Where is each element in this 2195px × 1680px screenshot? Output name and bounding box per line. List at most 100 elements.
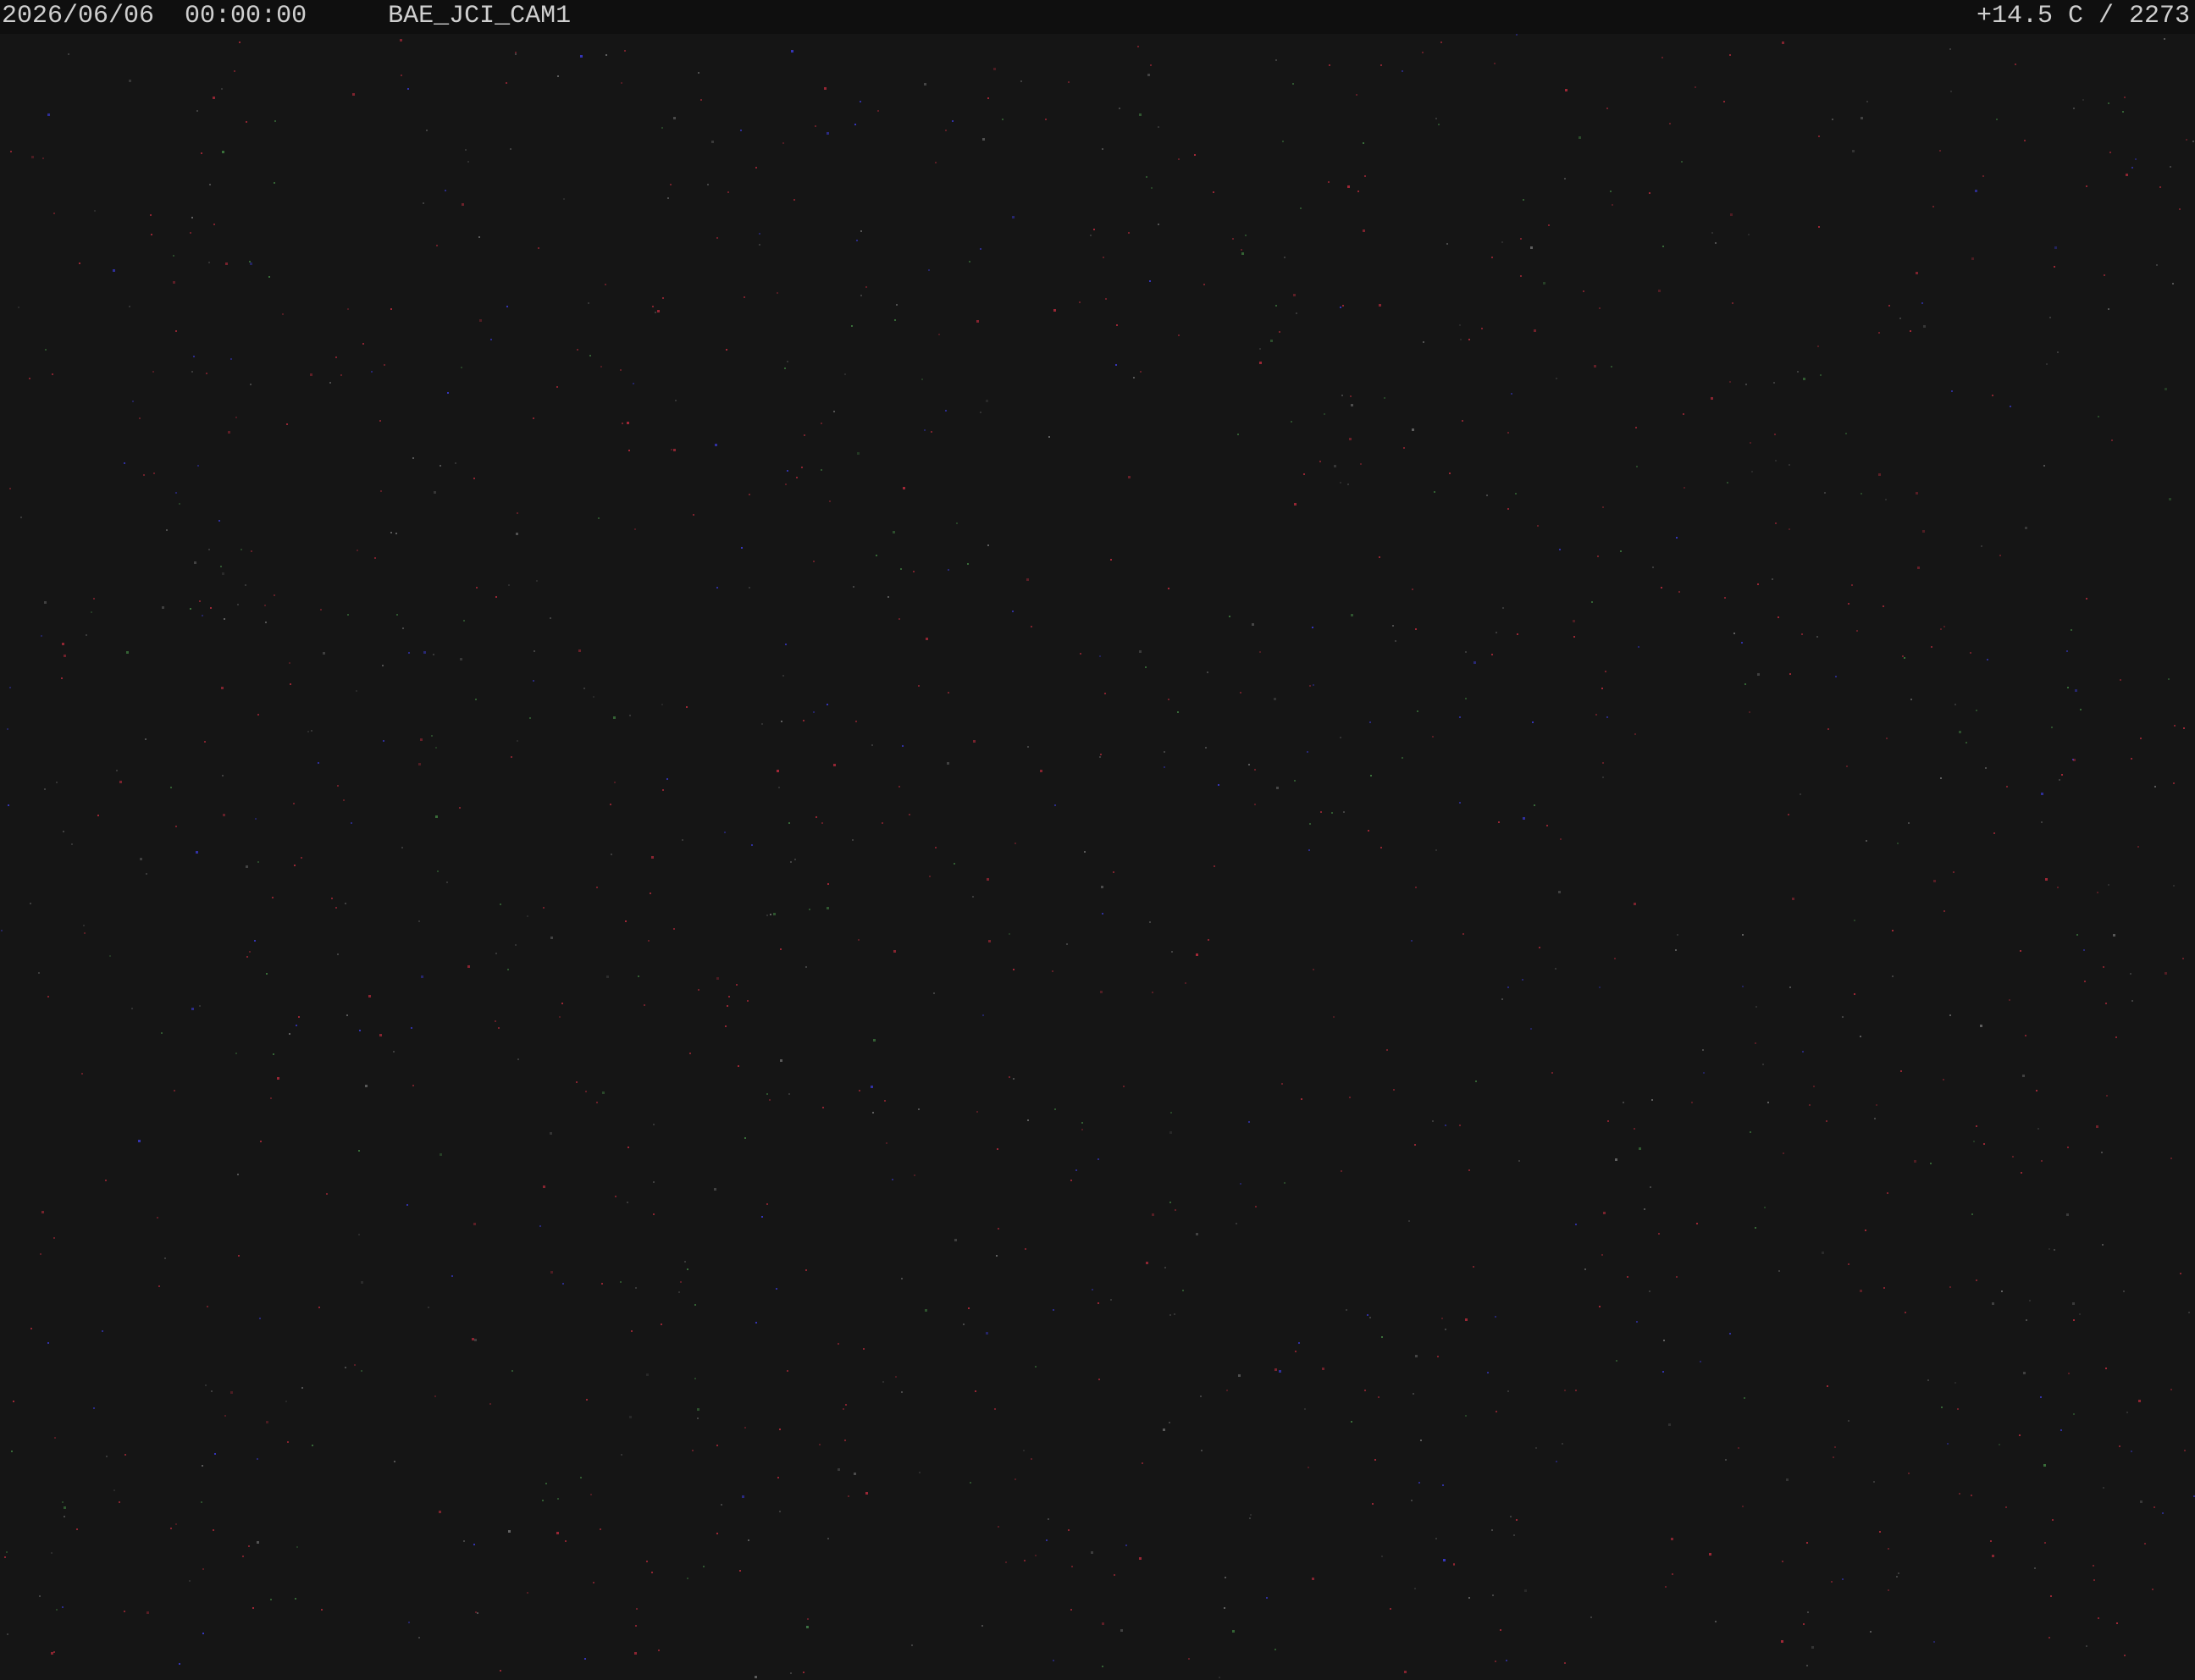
sensor-noise-pixel [1053,1660,1054,1661]
sensor-noise-pixel [312,1445,313,1446]
sensor-noise-pixel [93,598,95,600]
sensor-noise-pixel [1045,119,1047,120]
sensor-noise-pixel [635,1287,637,1289]
sensor-noise-pixel [357,550,358,551]
sensor-noise-pixel [1949,1286,1951,1288]
sensor-noise-pixel [2048,1248,2050,1250]
sensor-noise-pixel [1320,811,1322,813]
sensor-noise-pixel [1501,241,1503,243]
sensor-noise-pixel [173,255,174,257]
sensor-noise-pixel [68,53,69,55]
sensor-noise-pixel [63,831,64,832]
sensor-noise-pixel [896,304,898,306]
sensor-noise-pixel [1559,549,1561,550]
sensor-noise-pixel [208,262,210,263]
sensor-noise-pixel [129,306,130,307]
sensor-noise-pixel [1275,59,1277,61]
sensor-noise-pixel [380,490,382,492]
sensor-noise-pixel [1432,736,1434,738]
sensor-noise-pixel [744,1427,746,1429]
sensor-noise-pixel [726,349,727,351]
sensor-noise-pixel [1369,721,1371,723]
sensor-noise-pixel [250,262,252,265]
time-text: 00:00:00 [185,2,307,30]
sensor-noise-pixel [222,151,224,153]
sensor-noise-pixel [298,1016,300,1018]
sensor-noise-pixel [390,308,392,310]
sensor-noise-pixel [562,1283,564,1285]
sensor-noise-pixel [495,953,497,954]
sensor-noise-pixel [393,1051,395,1053]
sensor-noise-pixel [8,804,9,806]
sensor-noise-pixel [1606,716,1608,718]
sensor-noise-pixel [2108,102,2109,104]
sensor-noise-pixel [787,1370,788,1372]
sensor-noise-pixel [1607,1120,1609,1122]
sensor-noise-pixel [2054,266,2055,268]
sensor-noise-pixel [1695,86,1696,88]
sensor-noise-pixel [2044,1542,2046,1544]
sensor-noise-pixel [1584,1268,1586,1270]
sensor-noise-pixel [1602,762,1604,764]
sensor-noise-pixel [2113,934,2115,937]
sensor-noise-pixel [1292,83,1294,85]
sensor-noise-pixel [1459,802,1461,804]
sensor-noise-pixel [401,847,403,848]
sensor-noise-pixel [1351,404,1353,406]
sensor-noise-pixel [853,586,854,588]
sensor-noise-pixel [1755,1042,1756,1044]
sensor-noise-pixel [495,1020,496,1022]
sensor-noise-pixel [40,1253,41,1255]
sensor-noise-pixel [1949,1014,1951,1016]
sensor-noise-pixel [1158,126,1159,128]
sensor-noise-pixel [2005,1506,2007,1508]
sensor-noise-pixel [1949,48,1951,50]
sensor-noise-pixel [1150,64,1152,66]
sensor-noise-pixel [124,1454,126,1456]
sensor-noise-pixel [1811,1646,1814,1649]
sensor-noise-pixel [1980,1025,1982,1027]
sensor-noise-pixel [1194,154,1196,156]
sensor-noise-pixel [1959,731,1961,733]
sensor-noise-pixel [1465,698,1467,699]
sensor-noise-pixel [1532,721,1534,723]
sensor-noise-pixel [1125,1545,1127,1546]
sensor-noise-pixel [876,555,877,556]
sensor-noise-pixel [2049,317,2051,318]
sensor-noise-pixel [475,1611,477,1613]
sensor-noise-pixel [900,568,902,570]
sensor-noise-pixel [2174,725,2176,727]
sensor-noise-pixel [561,1003,563,1004]
sensor-noise-pixel [196,110,198,112]
sensor-noise-pixel [248,1545,250,1547]
sensor-noise-pixel [2083,949,2085,951]
sensor-noise-pixel [1413,1393,1414,1395]
sensor-noise-pixel [218,520,220,522]
sensor-noise-pixel [1459,1125,1461,1126]
sensor-noise-pixel [1102,913,1103,915]
sensor-noise-pixel [1245,235,1247,236]
sensor-noise-pixel [1343,811,1345,813]
sensor-noise-pixel [614,782,616,783]
sensor-noise-pixel [1548,224,1550,226]
camera-overlay-bar: 2026/06/06 00:00:00 BAE_JCI_CAM1 +14.5 C … [0,0,2195,34]
sensor-noise-pixel [1414,1144,1416,1146]
sensor-noise-pixel [987,544,989,546]
sensor-noise-pixel [1369,1317,1371,1318]
sensor-noise-pixel [161,1032,163,1034]
sensor-noise-pixel [605,54,607,56]
sensor-noise-pixel [1834,1446,1836,1448]
sensor-noise-pixel [716,587,718,589]
sensor-noise-pixel [761,723,763,725]
sensor-noise-pixel [1914,1160,1916,1163]
sensor-noise-pixel [1887,1192,1888,1194]
sensor-noise-pixel [658,1650,660,1651]
sensor-noise-pixel [928,269,930,271]
sensor-noise-pixel [1102,148,1103,150]
sensor-noise-pixel [816,816,817,818]
sensor-noise-pixel [477,1612,478,1614]
sensor-noise-pixel [257,861,259,863]
sensor-noise-pixel [2010,406,2011,407]
sensor-noise-pixel [2183,727,2185,729]
sensor-noise-pixel [1774,434,1776,435]
